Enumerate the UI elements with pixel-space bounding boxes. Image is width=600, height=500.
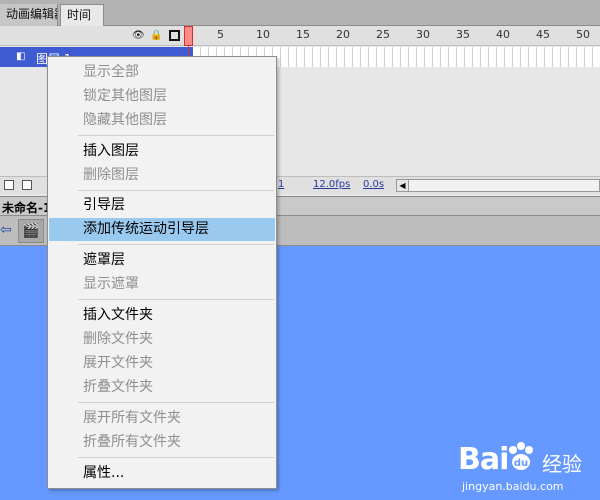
playhead[interactable] [184,26,193,46]
scroll-left-arrow-icon[interactable]: ◀ [397,180,409,191]
menu-item-expand-folder[interactable]: 展开文件夹 [49,352,275,375]
current-frame: 1 [278,179,285,190]
panel-tab-bar: 动画编辑器 时间轴 [0,0,600,43]
baidu-jingyan-watermark: Bai du 经验 jingyan.baidu.com [458,438,600,500]
menu-separator [78,402,274,403]
ruler-label: 25 [376,28,390,41]
menu-item-delete-layer[interactable]: 删除图层 [49,164,275,187]
new-layer-icon[interactable] [4,180,14,190]
menu-item-add-classic-motion-guide[interactable]: 添加传统运动引导层 [49,218,275,241]
menu-separator [78,190,274,191]
menu-item-collapse-folder[interactable]: 折叠文件夹 [49,376,275,399]
svg-text:du: du [514,458,528,469]
menu-item-mask-layer[interactable]: 遮罩层 [49,249,275,272]
frame-ruler[interactable]: 1 5 10 15 20 25 30 35 40 45 50 [186,26,600,46]
elapsed-time: 0.0s [363,179,385,190]
menu-item-show-mask[interactable]: 显示遮罩 [49,273,275,296]
menu-separator [78,135,274,136]
back-arrow-icon[interactable]: ⇦ [0,222,16,238]
menu-item-insert-layer[interactable]: 插入图层 [49,140,275,163]
outline-square-icon[interactable] [169,30,180,41]
watermark-brand-cn: 经验 [542,452,582,476]
timeline-header: 👁 🔒 1 5 10 15 20 25 30 35 40 45 50 [0,26,600,46]
menu-separator [78,244,274,245]
watermark-url: jingyan.baidu.com [462,480,564,493]
layer-icon: ◧ [16,51,26,62]
clapper-icon[interactable]: 🎬 [18,219,44,243]
timeline-hscrollbar[interactable]: ◀ [396,179,600,192]
frame-rate[interactable]: 12.0fps [313,179,350,190]
menu-item-insert-folder[interactable]: 插入文件夹 [49,304,275,327]
menu-item-show-all[interactable]: 显示全部 [49,61,275,84]
ruler-label: 15 [296,28,310,41]
menu-item-properties[interactable]: 属性... [49,462,275,485]
eye-icon[interactable]: 👁 [132,30,145,42]
ruler-label: 45 [536,28,550,41]
menu-item-collapse-all-folders[interactable]: 折叠所有文件夹 [49,431,275,454]
watermark-logo-text: Bai [458,442,509,477]
new-folder-icon[interactable] [22,180,32,190]
ruler-label: 30 [416,28,430,41]
lock-icon[interactable]: 🔒 [150,30,162,42]
ruler-label: 50 [576,28,590,41]
menu-separator [78,457,274,458]
menu-item-hide-others[interactable]: 隐藏其他图层 [49,109,275,132]
ruler-label: 5 [217,28,224,41]
ruler-label: 35 [456,28,470,41]
document-tab[interactable]: 未命名-1 [2,199,51,216]
menu-separator [78,299,274,300]
tab-motion-editor[interactable]: 动画编辑器 [0,4,58,26]
tab-timeline[interactable]: 时间轴 [60,4,104,43]
layer-context-menu: 显示全部 锁定其他图层 隐藏其他图层 插入图层 删除图层 引导层 添加传统运动引… [47,56,277,489]
ruler-label: 10 [256,28,270,41]
ruler-label: 40 [496,28,510,41]
menu-item-expand-all-folders[interactable]: 展开所有文件夹 [49,407,275,430]
ruler-label: 20 [336,28,350,41]
menu-item-lock-others[interactable]: 锁定其他图层 [49,85,275,108]
paw-icon: du [509,442,533,470]
menu-item-delete-folder[interactable]: 删除文件夹 [49,328,275,351]
menu-item-guide-layer[interactable]: 引导层 [49,194,275,217]
